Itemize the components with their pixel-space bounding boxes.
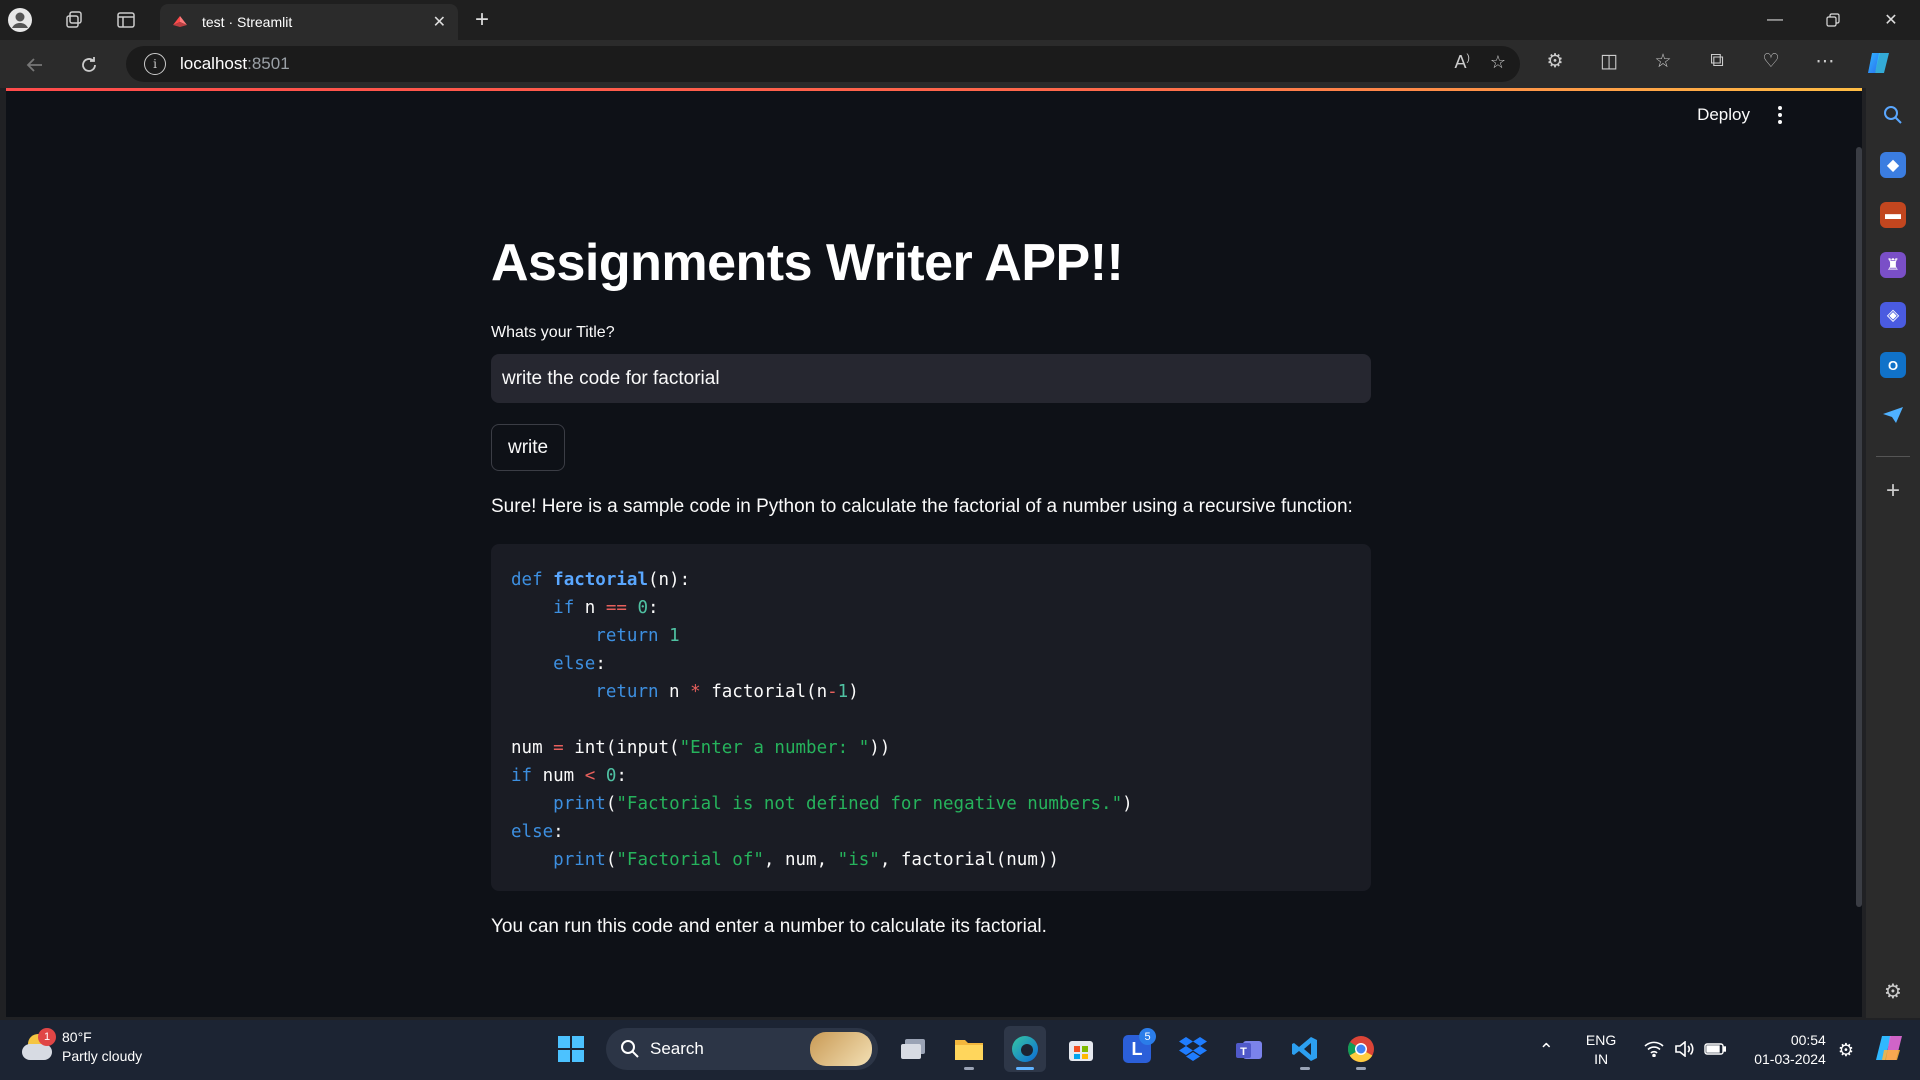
collections-icon[interactable]: ⧉	[1702, 50, 1732, 82]
code-line: else:	[553, 654, 606, 674]
tab-title: test · Streamlit	[202, 14, 293, 30]
task-view-icon[interactable]	[892, 1026, 934, 1072]
code-line: def factorial(n):	[511, 570, 691, 590]
add-icon[interactable]: +	[1880, 477, 1906, 504]
site-info-icon[interactable]: i	[144, 53, 166, 75]
tools-icon[interactable]: ▬	[1880, 202, 1906, 228]
lang-bottom: IN	[1594, 1051, 1609, 1067]
search-icon	[621, 1040, 639, 1058]
page-scrollbar[interactable]	[1856, 147, 1862, 907]
code-line: return 1	[595, 626, 680, 646]
restore-icon[interactable]	[1804, 0, 1862, 40]
browser-toolbar: i localhost :8501 A) ☆ ⚙ ◫ ☆ ⧉ ♡ ⋯	[0, 40, 1920, 88]
wifi-icon[interactable]	[1644, 1041, 1664, 1060]
partly-cloudy-icon: 1	[20, 1028, 56, 1064]
chrome-icon[interactable]	[1340, 1026, 1382, 1072]
battery-icon[interactable]	[1704, 1042, 1727, 1058]
settings-gear-icon[interactable]: ⚙	[1880, 978, 1906, 1004]
code-content: def factorial(n): if n == 0: return 1 el…	[511, 566, 1351, 874]
drop-icon[interactable]	[1880, 402, 1906, 428]
file-explorer-icon[interactable]	[948, 1026, 990, 1072]
copilot-apps-icon[interactable]: ◈	[1880, 302, 1906, 328]
svg-text:T: T	[1240, 1046, 1247, 1058]
show-hidden-icons-icon[interactable]: ⌃	[1539, 1040, 1554, 1061]
weather-temp: 80°F	[62, 1029, 92, 1045]
notifications-icon[interactable]: ⚙	[1838, 1040, 1854, 1061]
taskbar-search[interactable]: Search	[606, 1028, 878, 1070]
url-host: localhost	[180, 54, 248, 73]
weather-widget[interactable]: 1 80°F Partly cloudy	[20, 1028, 142, 1066]
edge-sidebar: ◆ ▬ ♜ ◈ O + ⚙	[1866, 88, 1920, 1018]
lang-top: ENG	[1585, 1032, 1617, 1048]
streamlit-favicon-icon	[172, 14, 188, 30]
more-options-icon[interactable]: ⋯	[1810, 50, 1840, 82]
address-bar[interactable]: i localhost :8501 A) ☆	[126, 46, 1520, 82]
browser-essentials-icon[interactable]: ♡	[1756, 50, 1786, 82]
page-title: Assignments Writer APP!!	[491, 234, 1124, 292]
response-intro: Sure! Here is a sample code in Python to…	[491, 496, 1353, 517]
close-tab-icon[interactable]: ✕	[433, 12, 446, 32]
search-icon[interactable]	[1880, 102, 1906, 128]
games-icon[interactable]: ♜	[1880, 252, 1906, 278]
clock-time: 00:54	[1790, 1032, 1826, 1048]
code-line: print("Factorial of", num, "is", factori…	[553, 850, 1059, 870]
favorites-icon[interactable]: ☆	[1648, 50, 1678, 82]
language-indicator[interactable]: ENG IN	[1586, 1031, 1616, 1069]
microsoft-store-icon[interactable]	[1060, 1026, 1102, 1072]
volume-icon[interactable]	[1674, 1039, 1694, 1060]
title-input-label: Whats your Title?	[491, 324, 615, 341]
clock-date: 01-03-2024	[1754, 1051, 1826, 1067]
read-aloud-icon[interactable]: A)	[1455, 52, 1470, 73]
copilot-taskbar-icon[interactable]	[1874, 1034, 1906, 1067]
outlook-icon[interactable]: O	[1880, 352, 1906, 378]
favorite-star-icon[interactable]: ☆	[1490, 52, 1506, 73]
main-menu-icon[interactable]	[1770, 103, 1790, 127]
deploy-button[interactable]: Deploy	[1697, 105, 1750, 125]
code-line: num = int(input("Enter a number: "))	[511, 738, 891, 758]
notification-badge: 5	[1139, 1028, 1156, 1045]
extensions-icon[interactable]: ⚙	[1540, 50, 1570, 82]
copilot-icon[interactable]	[1864, 50, 1894, 82]
weather-desc: Partly cloudy	[62, 1048, 143, 1064]
page-viewport: Deploy Assignments Writer APP!! Whats yo…	[6, 91, 1862, 1017]
weather-badge: 1	[38, 1028, 56, 1046]
search-label: Search	[650, 1039, 704, 1058]
system-clock[interactable]: 00:54 01-03-2024	[1754, 1031, 1826, 1069]
tab-streamlit[interactable]: test · Streamlit ✕	[160, 4, 458, 40]
edge-browser-icon[interactable]	[1004, 1026, 1046, 1072]
teams-l-icon[interactable]: L 5	[1116, 1026, 1158, 1072]
profile-icon[interactable]	[0, 0, 40, 40]
shopping-tag-icon[interactable]: ◆	[1880, 152, 1906, 178]
code-line: if n == 0:	[553, 598, 659, 618]
teams-icon[interactable]: T	[1228, 1026, 1270, 1072]
write-button[interactable]: write	[491, 424, 566, 471]
code-line: if num < 0:	[511, 766, 627, 786]
minimize-icon[interactable]: —	[1746, 0, 1804, 40]
title-input[interactable]: write the code for factorial	[491, 354, 1371, 403]
vertical-tabs-icon[interactable]	[106, 0, 146, 40]
code-block: def factorial(n): if n == 0: return 1 el…	[491, 544, 1371, 891]
start-button[interactable]	[550, 1026, 592, 1072]
url-port: :8501	[247, 54, 290, 73]
close-window-icon[interactable]: ✕	[1862, 0, 1920, 40]
vscode-icon[interactable]	[1284, 1026, 1326, 1072]
browser-tab-bar: test · Streamlit ✕ + — ✕	[0, 0, 1920, 40]
refresh-icon[interactable]	[72, 48, 106, 82]
new-tab-icon[interactable]: +	[466, 4, 498, 36]
sidebar-divider	[1876, 456, 1910, 457]
code-line: return n * factorial(n-1)	[595, 682, 859, 702]
code-line: print("Factorial is not defined for nega…	[553, 794, 1133, 814]
workspaces-icon[interactable]	[54, 0, 94, 40]
response-outro: You can run this code and enter a number…	[491, 916, 1047, 937]
windows-taskbar: 1 80°F Partly cloudy Search L 5 T ⌃ ENG …	[0, 1020, 1920, 1080]
split-screen-icon[interactable]: ◫	[1594, 50, 1624, 82]
code-line: else:	[511, 822, 564, 842]
dropbox-icon[interactable]	[1172, 1026, 1214, 1072]
search-highlight-image	[810, 1032, 872, 1066]
back-icon[interactable]	[18, 48, 52, 82]
